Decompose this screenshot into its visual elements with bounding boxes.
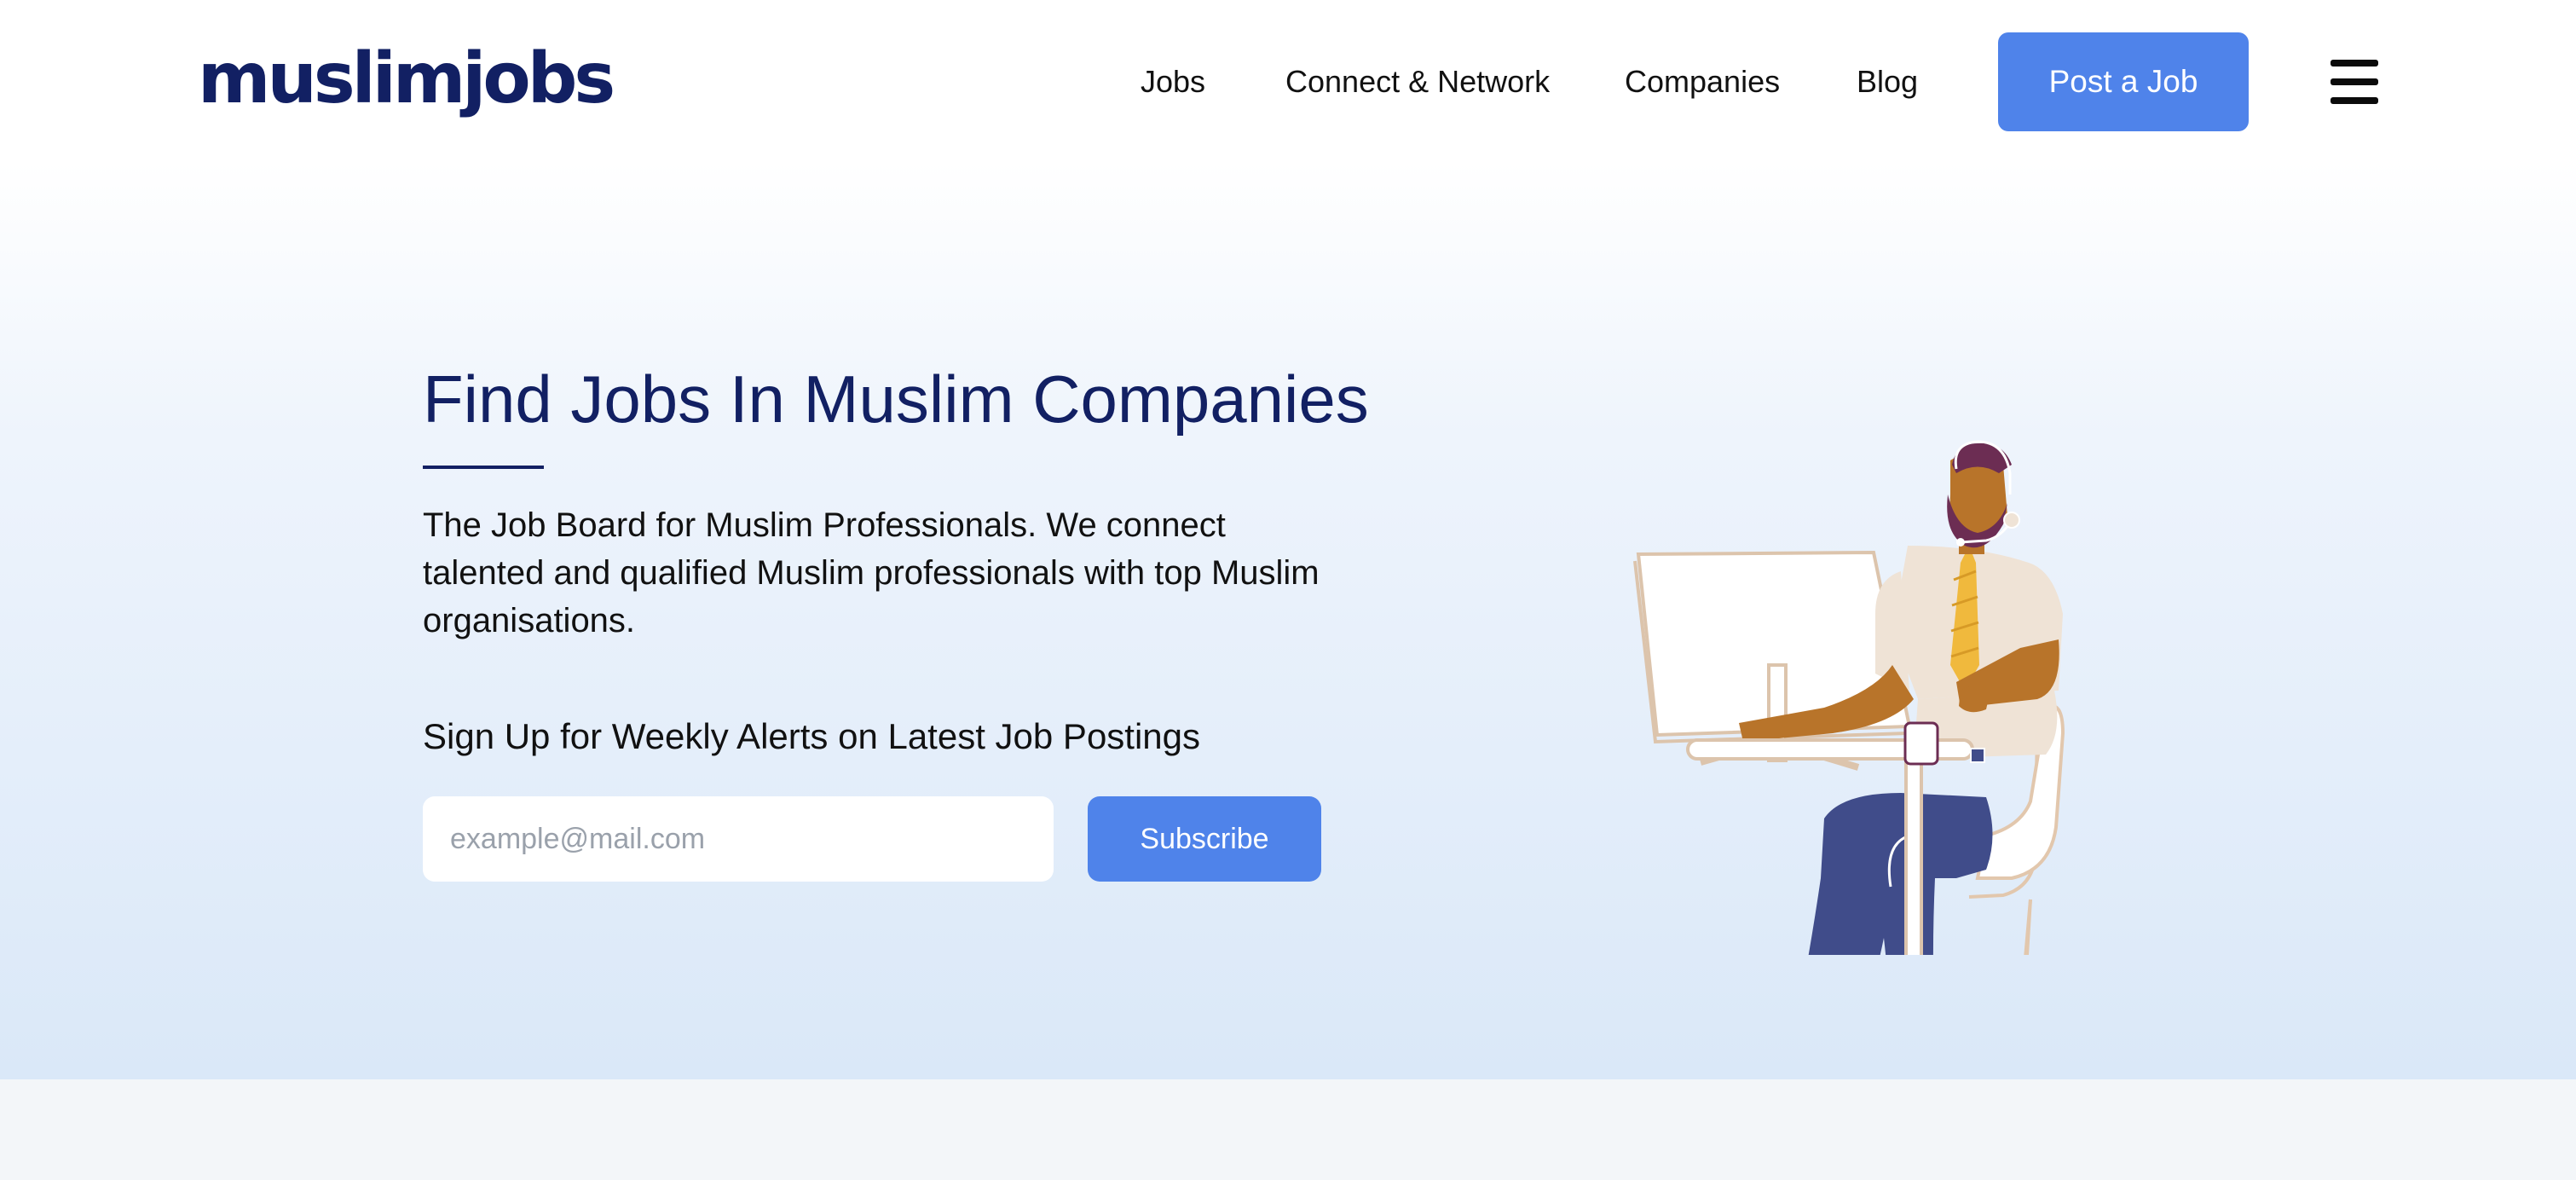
site-logo[interactable]: muslimjobs	[198, 32, 615, 126]
post-a-job-button[interactable]: Post a Job	[1998, 32, 2249, 131]
nav-link-companies[interactable]: Companies	[1625, 61, 1780, 102]
email-input[interactable]	[423, 796, 1054, 882]
hamburger-menu-icon[interactable]	[2331, 60, 2378, 104]
hero-description: The Job Board for Muslim Professionals. …	[423, 506, 1320, 639]
hero-section: Find Jobs In Muslim Companies The Job Bo…	[0, 162, 2576, 1079]
legs	[1808, 793, 1993, 955]
nav-link-blog[interactable]: Blog	[1857, 61, 1918, 102]
nav-link-jobs[interactable]: Jobs	[1141, 61, 1205, 102]
footer-band	[0, 1079, 2576, 1180]
coffee-mug	[1903, 721, 1939, 766]
head	[1947, 440, 2020, 554]
man-at-desk-illustration	[1633, 440, 2065, 955]
subscribe-button[interactable]: Subscribe	[1088, 796, 1321, 882]
hero-title: Find Jobs In Muslim Companies	[423, 362, 1369, 437]
title-divider	[423, 466, 544, 469]
site-header: muslimjobs Jobs Connect & Network Compan…	[0, 0, 2576, 162]
weekly-alerts-label: Sign Up for Weekly Alerts on Latest Job …	[423, 716, 1201, 756]
nav-link-connect-network[interactable]: Connect & Network	[1285, 61, 1550, 102]
